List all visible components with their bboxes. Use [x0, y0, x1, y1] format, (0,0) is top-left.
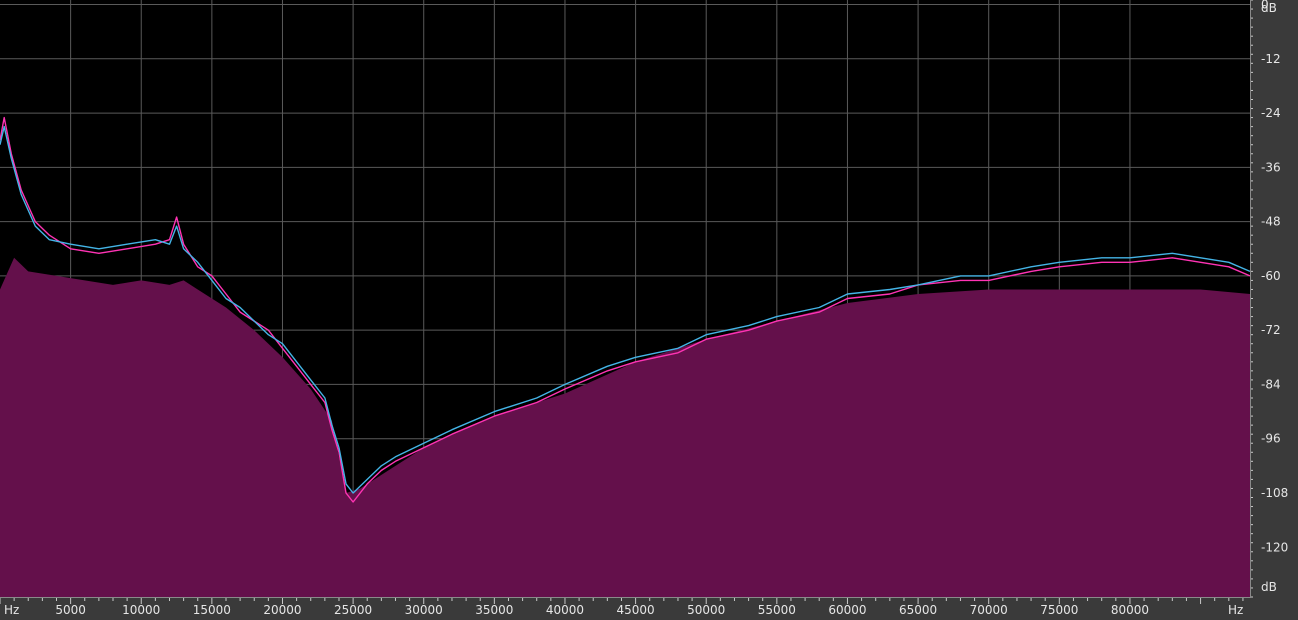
- x-tick-label-3: 20000: [263, 603, 301, 617]
- x-tick-label-5: 30000: [405, 603, 443, 617]
- y-tick-label-9: -108: [1261, 486, 1288, 500]
- x-tick-label-9: 50000: [687, 603, 725, 617]
- x-tick-label-15: 80000: [1111, 603, 1149, 617]
- y-unit-label-top: dB: [1261, 1, 1277, 15]
- x-unit-label-right: Hz: [1228, 603, 1243, 617]
- spectrum-analyzer-chart: 0-12-24-36-48-60-72-84-96-108-120 5000 10…: [0, 0, 1288, 617]
- y-tick-label-2: -24: [1261, 106, 1281, 120]
- x-tick-label-4: 25000: [334, 603, 372, 617]
- x-tick-label-0: 5000: [55, 603, 86, 617]
- frequency-axis: 5000 10000 15000 20000 25000 30000 35000 40000 4…: [0, 598, 1244, 617]
- x-tick-label-11: 60000: [828, 603, 866, 617]
- y-tick-label-8: -96: [1261, 432, 1281, 446]
- y-tick-label-5: -60: [1261, 269, 1281, 283]
- x-tick-label-2: 15000: [193, 603, 231, 617]
- y-tick-label-7: -84: [1261, 377, 1281, 391]
- x-tick-label-13: 70000: [970, 603, 1008, 617]
- y-unit-label-bottom: dB: [1261, 580, 1277, 594]
- x-tick-label-12: 65000: [899, 603, 937, 617]
- x-tick-label-8: 45000: [616, 603, 654, 617]
- y-tick-label-10: -120: [1261, 540, 1288, 554]
- x-tick-label-10: 55000: [758, 603, 796, 617]
- y-tick-label-6: -72: [1261, 323, 1281, 337]
- x-tick-label-7: 40000: [546, 603, 584, 617]
- x-tick-label-14: 75000: [1040, 603, 1078, 617]
- db-axis: 0-12-24-36-48-60-72-84-96-108-120: [1251, 0, 1288, 598]
- y-tick-label-3: -36: [1261, 160, 1281, 174]
- x-tick-label-1: 10000: [122, 603, 160, 617]
- y-tick-label-1: -12: [1261, 52, 1281, 66]
- x-unit-label-left: Hz: [4, 603, 19, 617]
- y-tick-label-4: -48: [1261, 215, 1281, 229]
- x-tick-label-6: 35000: [475, 603, 513, 617]
